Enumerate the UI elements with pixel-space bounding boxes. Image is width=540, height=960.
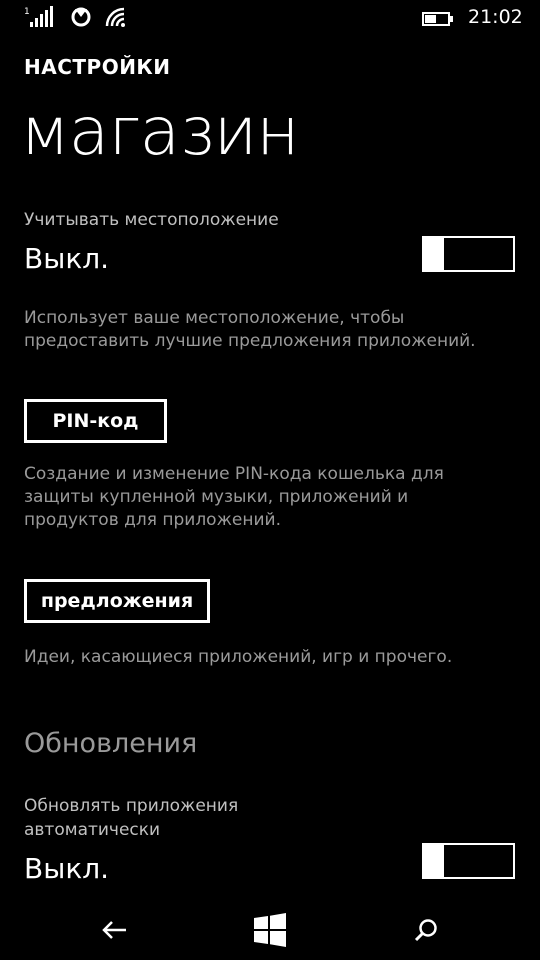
offers-description: Идеи, касающиеся приложений, игр и проче… xyxy=(24,647,453,667)
toggle-track xyxy=(442,843,515,879)
offers-button[interactable]: предложения xyxy=(24,579,210,623)
location-value: Выкл. xyxy=(24,242,110,275)
clock: 21:02 xyxy=(468,6,523,28)
battery-icon xyxy=(422,11,454,27)
pin-code-button[interactable]: PIN-код xyxy=(24,399,167,443)
search-icon[interactable] xyxy=(406,910,446,950)
location-toggle[interactable] xyxy=(422,236,515,272)
back-arrow-icon[interactable] xyxy=(95,910,135,950)
signal-icon: 1 xyxy=(24,6,58,28)
toggle-thumb xyxy=(422,236,444,272)
auto-update-value: Выкл. xyxy=(24,852,110,885)
location-label: Учитывать местоположение xyxy=(24,210,279,230)
windows-start-icon[interactable] xyxy=(250,910,290,950)
updates-section-title: Обновления xyxy=(24,728,198,759)
app-header: НАСТРОЙКИ xyxy=(24,55,171,79)
toggle-thumb xyxy=(422,843,444,879)
page-title: магазин xyxy=(20,93,299,170)
nav-bar xyxy=(0,900,540,960)
data-sim-icon xyxy=(68,6,94,28)
toggle-track xyxy=(442,236,515,272)
auto-update-toggle[interactable] xyxy=(422,843,515,879)
status-bar: 1 21:02 xyxy=(0,0,540,36)
signal-marker: 1 xyxy=(24,7,30,17)
wifi-icon xyxy=(104,6,130,28)
auto-update-label: Обновлять приложения автоматически xyxy=(24,796,239,840)
location-description: Использует ваше местоположение, чтобы пр… xyxy=(24,308,476,351)
pin-description: Создание и изменение PIN-кода кошелька д… xyxy=(24,464,444,530)
